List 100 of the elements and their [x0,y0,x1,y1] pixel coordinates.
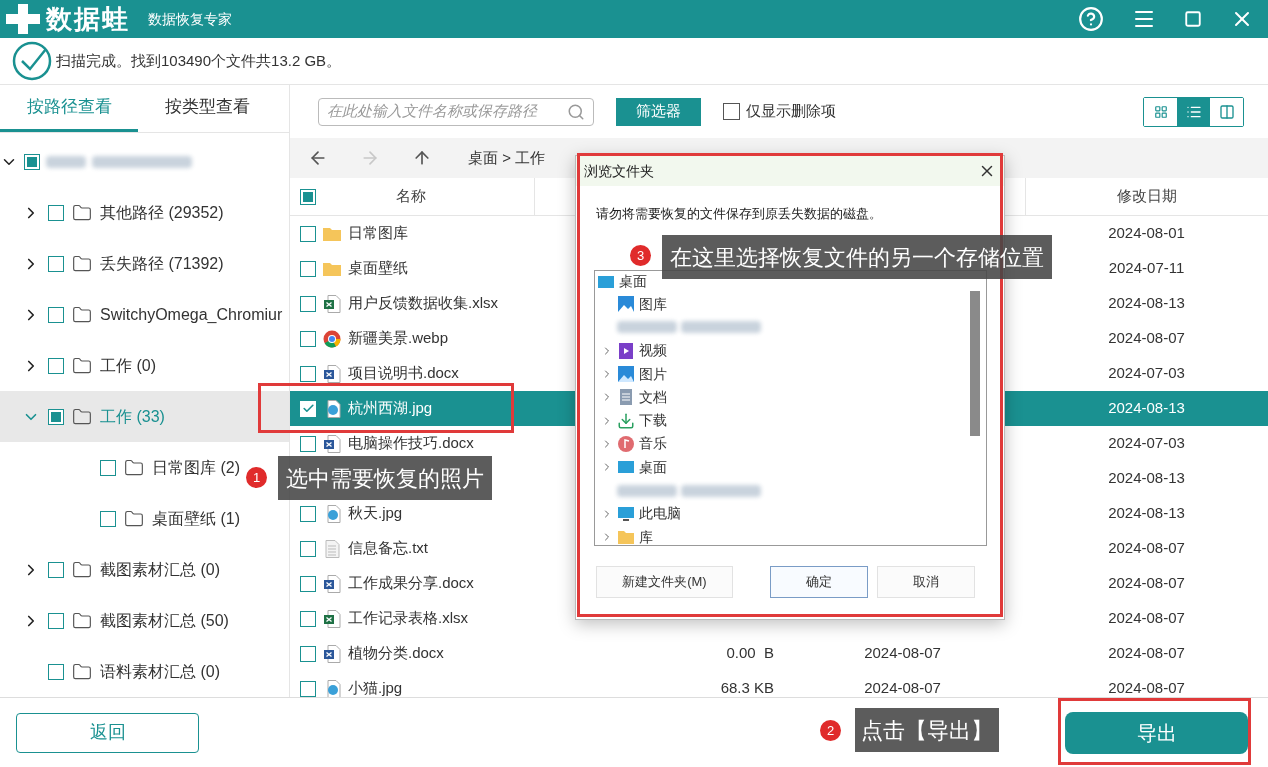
folder-label[interactable]: 视频 [639,340,667,362]
modified-date: 2024-08-13 [1108,468,1185,489]
file-name[interactable]: 项目说明书.docx [348,362,459,385]
dialog-button[interactable]: 取消 [876,565,975,598]
checkbox[interactable] [300,610,316,627]
file-name[interactable]: 植物分类.docx [348,642,444,665]
dialog-button[interactable]: 确定 [769,565,868,598]
file-name[interactable]: 工作成果分享.docx [348,572,474,595]
column-header[interactable]: 修改日期 [1117,185,1177,208]
maximize-icon[interactable] [1184,10,1202,28]
logo-icon [6,4,40,34]
folder-label[interactable]: 桌面 [639,456,667,478]
folder-icon [72,661,92,682]
export-button[interactable]: 导出 [1065,711,1248,754]
tree-item[interactable]: 截图素材汇总 (0) [100,557,220,582]
tree-item[interactable]: 语料素材汇总 (0) [100,659,220,684]
checkbox[interactable] [24,153,40,170]
folder-label[interactable]: 图片 [639,363,667,385]
logo-text: 数据蛙 [46,2,130,36]
checkbox[interactable] [48,561,64,578]
dialog-button[interactable]: 新建文件夹(M) [596,565,733,598]
checkbox[interactable] [48,204,64,221]
checkbox[interactable] [300,435,316,452]
tree-item[interactable]: SwitchyOmega_Chromiur [100,302,283,327]
checkbox[interactable] [300,505,316,522]
checkbox[interactable] [300,645,316,662]
file-name[interactable]: 新疆美景.webp [348,327,449,350]
grid-icon [1153,104,1168,119]
folder-label[interactable]: 音乐 [639,433,667,455]
filter-button[interactable]: 筛选器 [616,97,701,126]
spreadsheet-file-icon [323,294,341,313]
tree-item[interactable]: 桌面壁纸 (1) [152,506,240,531]
checkbox[interactable] [300,575,316,592]
modified-date: 2024-08-13 [1108,503,1185,524]
checkbox[interactable] [300,188,316,205]
file-name[interactable]: 信息备忘.txt [348,537,428,560]
tree-item[interactable]: 其他路径 (29352) [100,200,224,225]
checkbox[interactable] [48,612,64,629]
search-field[interactable]: 在此处输入文件名称或保存路径 [318,97,594,126]
checkbox[interactable] [48,408,64,425]
file-name[interactable]: 小猫.jpg [348,677,403,697]
dialog-message: 请勿将需要恢复的文件保存到原丢失数据的磁盘。 [596,205,883,223]
list-view-button[interactable] [1177,97,1210,126]
gallery-icon [617,295,635,314]
folder-icon [72,304,92,325]
tree-item[interactable]: 丢失路径 (71392) [100,251,224,276]
scrollbar[interactable] [970,290,980,436]
file-name[interactable]: 日常图库 [348,222,408,245]
folder-label[interactable]: 桌面 [619,271,647,292]
folder-label[interactable]: 下载 [639,410,667,432]
help-icon[interactable] [1078,6,1104,32]
video-icon [617,341,635,360]
checkbox[interactable] [100,510,116,527]
modified-date: 2024-08-07 [1108,328,1185,349]
folder-label[interactable]: 图库 [639,293,667,315]
modified-date: 2024-08-07 [1108,573,1185,594]
back-button[interactable]: 返回 [16,712,199,753]
modified-date: 2024-08-13 [1108,398,1185,419]
checkbox[interactable] [300,680,316,697]
file-name[interactable]: 电脑操作技巧.docx [348,432,474,455]
checkbox[interactable] [48,663,64,680]
folder-icon [72,610,92,631]
tree-item[interactable]: 日常图库 (2) [152,455,240,480]
folder-icon [72,202,92,223]
checkbox[interactable] [300,260,316,277]
blurred-label [46,155,86,168]
callout-label: 在这里选择恢复文件的另一个存储位置 [662,235,1052,279]
browser-icon [323,329,341,348]
checkbox[interactable] [300,295,316,312]
folder-icon [72,559,92,580]
document-file-icon [323,574,341,593]
checkbox[interactable] [300,225,316,242]
document-file-icon [323,434,341,453]
spreadsheet-file-icon [323,609,341,628]
search-icon[interactable] [567,102,585,121]
file-name[interactable]: 桌面壁纸 [348,257,408,280]
file-name[interactable]: 用户反馈数据收集.xlsx [348,292,498,315]
folder-label[interactable]: 库 [639,526,653,545]
checkbox[interactable] [48,255,64,272]
folder-icon [72,355,92,376]
checkbox[interactable] [48,357,64,374]
checkbox[interactable] [48,306,64,323]
checkbox[interactable] [100,459,116,476]
text-file-icon [324,539,340,558]
checkbox[interactable] [300,540,316,557]
file-name[interactable]: 工作记录表格.xlsx [348,607,468,630]
tree-item[interactable]: 工作 (0) [100,353,156,378]
file-name[interactable]: 杭州西湖.jpg [348,397,433,420]
column-header[interactable]: 名称 [396,185,426,208]
view-tab[interactable]: 按类型查看 [138,85,276,132]
file-name[interactable]: 秋天.jpg [348,502,403,525]
checkbox[interactable] [300,330,316,347]
tree-item[interactable]: 截图素材汇总 (50) [100,608,229,633]
document-file-icon [323,364,341,383]
view-tab[interactable]: 按路径查看 [0,85,138,132]
checkbox[interactable] [723,103,740,120]
folder-label[interactable]: 文档 [639,386,667,408]
folder-label[interactable]: 此电脑 [639,503,681,525]
modified-date: 2024-08-07 [1108,678,1185,697]
checkbox[interactable] [300,365,316,382]
